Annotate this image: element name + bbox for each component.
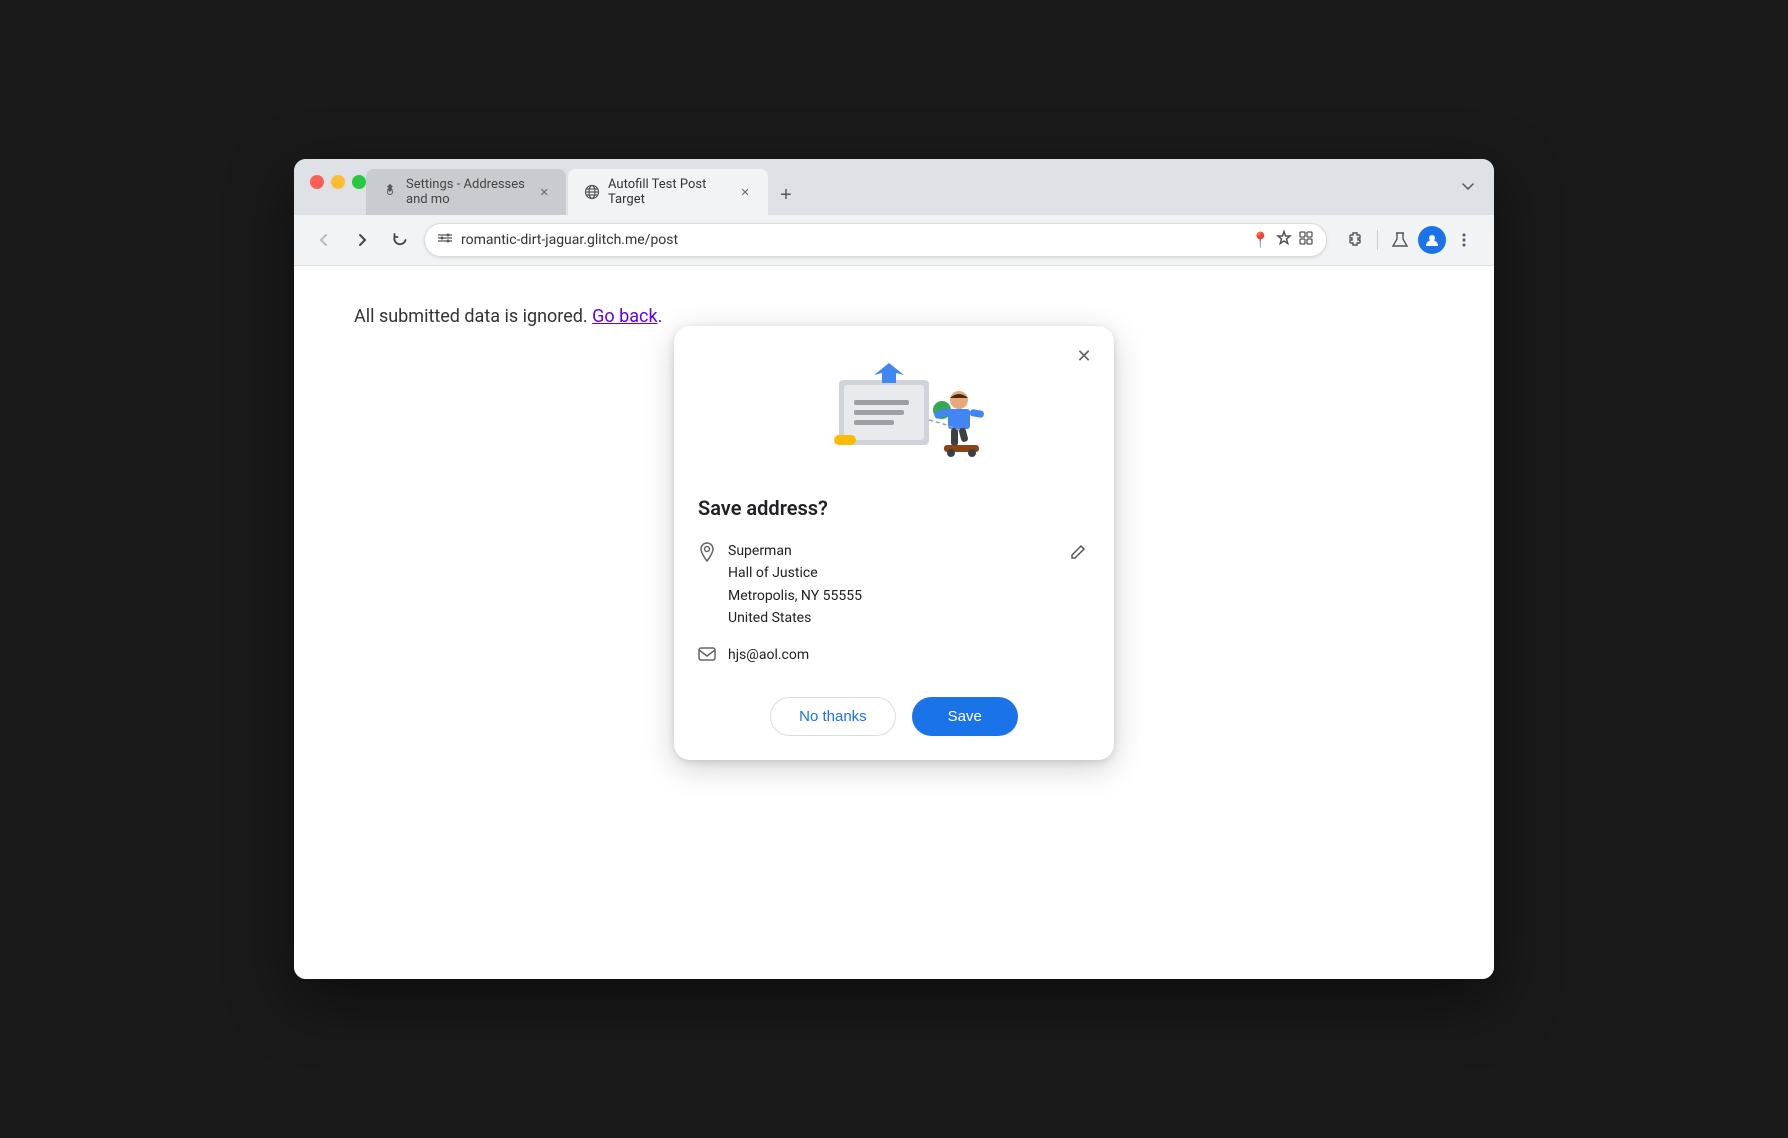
minimize-traffic-light[interactable] <box>331 175 345 189</box>
toolbar-icons <box>1341 226 1478 254</box>
autofill-tab-label: Autofill Test Post Target <box>608 177 726 207</box>
go-back-link[interactable]: Go back <box>592 306 657 327</box>
forward-button[interactable] <box>348 226 376 254</box>
gear-icon <box>382 184 398 200</box>
traffic-lights <box>310 175 366 189</box>
chevron-down-icon <box>1461 180 1475 194</box>
star-icon <box>1276 230 1292 246</box>
profile-button[interactable] <box>1418 226 1446 254</box>
address-illustration <box>794 350 994 480</box>
reload-button[interactable] <box>386 226 414 254</box>
forward-icon <box>354 232 370 248</box>
location-pin-icon <box>698 542 716 567</box>
address-line1: Hall of Justice <box>728 562 1054 584</box>
popup-actions: No thanks Save <box>698 697 1090 736</box>
url-action-icons: 📍 <box>1251 230 1314 250</box>
browser-window: Settings - Addresses and mo ✕ Autofill T… <box>294 159 1494 979</box>
period: . <box>658 306 663 327</box>
maximize-traffic-light[interactable] <box>352 175 366 189</box>
autofill-tab-close[interactable]: ✕ <box>738 184 752 200</box>
pencil-icon <box>1070 544 1086 560</box>
globe-icon <box>584 184 600 200</box>
email-address: hjs@aol.com <box>728 647 809 663</box>
page-content: All submitted data is ignored. Go back. … <box>294 266 1494 979</box>
menu-button[interactable] <box>1450 226 1478 254</box>
popup-close-button[interactable]: ✕ <box>1070 342 1098 370</box>
autofill-popup: ✕ <box>674 326 1114 760</box>
no-thanks-button[interactable]: No thanks <box>770 697 896 736</box>
profile-icon <box>1425 233 1439 247</box>
page-static-text: All submitted data is ignored. <box>354 306 588 327</box>
flask-icon <box>1391 231 1409 249</box>
tabs-dropdown-button[interactable] <box>1454 173 1482 201</box>
address-lines: Superman Hall of Justice Metropolis, NY … <box>728 540 1054 630</box>
back-icon <box>316 232 332 248</box>
tab-autofill[interactable]: Autofill Test Post Target ✕ <box>568 169 768 215</box>
title-bar: Settings - Addresses and mo ✕ Autofill T… <box>294 159 1494 215</box>
toolbar-separator <box>1377 230 1378 250</box>
email-icon <box>698 646 716 665</box>
popup-title: Save address? <box>698 496 1090 520</box>
reload-icon <box>392 232 408 248</box>
page-body-text: All submitted data is ignored. Go back. <box>354 306 1434 327</box>
lab-button[interactable] <box>1386 226 1414 254</box>
edit-address-button[interactable] <box>1066 540 1090 568</box>
url-bar[interactable]: romantic-dirt-jaguar.glitch.me/post 📍 <box>424 223 1327 257</box>
envelope-icon <box>698 647 716 661</box>
tune-icon <box>437 230 453 246</box>
extensions-toolbar-icon <box>1346 231 1364 249</box>
address-line2: Metropolis, NY 55555 <box>728 585 1054 607</box>
bookmark-icon[interactable] <box>1276 230 1292 250</box>
new-tab-button[interactable]: + <box>770 179 802 211</box>
pin-icon <box>698 542 716 562</box>
close-traffic-light[interactable] <box>310 175 324 189</box>
tabs-container: Settings - Addresses and mo ✕ Autofill T… <box>366 169 802 215</box>
popup-illustration <box>698 350 1090 480</box>
save-button[interactable]: Save <box>912 697 1018 736</box>
address-block: Superman Hall of Justice Metropolis, NY … <box>698 540 1090 630</box>
address-name: Superman <box>728 540 1054 562</box>
puzzle-icon <box>1298 230 1314 246</box>
url-text: romantic-dirt-jaguar.glitch.me/post <box>461 232 1243 248</box>
address-line3: United States <box>728 607 1054 629</box>
address-bar: romantic-dirt-jaguar.glitch.me/post 📍 <box>294 215 1494 266</box>
email-block: hjs@aol.com <box>698 646 1090 665</box>
tab-settings[interactable]: Settings - Addresses and mo ✕ <box>366 169 566 215</box>
menu-dots-icon <box>1455 231 1473 249</box>
extensions-button[interactable] <box>1341 226 1369 254</box>
settings-tab-close[interactable]: ✕ <box>538 184 550 200</box>
security-icon <box>437 230 453 250</box>
back-button[interactable] <box>310 226 338 254</box>
location-icon[interactable]: 📍 <box>1251 231 1270 249</box>
extensions-icon[interactable] <box>1298 230 1314 250</box>
settings-tab-label: Settings - Addresses and mo <box>406 177 526 207</box>
